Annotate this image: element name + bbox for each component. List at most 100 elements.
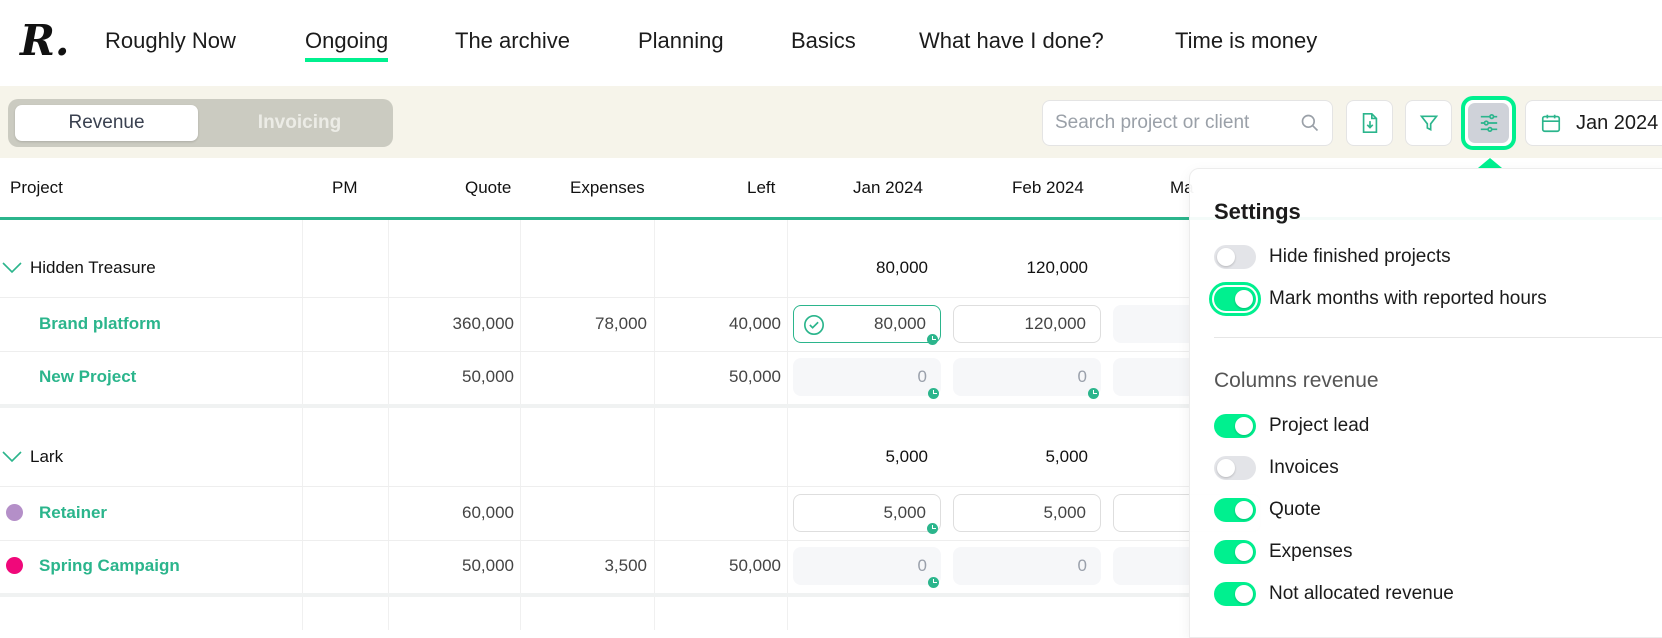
search-input[interactable] <box>1055 112 1300 134</box>
project-link[interactable]: Brand platform <box>39 314 161 334</box>
jan-revenue-input[interactable]: 0 <box>793 358 941 399</box>
nav-time-is-money[interactable]: Time is money <box>1175 28 1317 54</box>
jan-revenue-input[interactable]: 0 <box>793 547 941 588</box>
clock-icon <box>928 577 939 588</box>
input-value: 80,000 <box>874 314 926 333</box>
expenses-value: 78,000 <box>595 314 647 333</box>
quote-value: 50,000 <box>462 367 514 386</box>
toggle-label: Quote <box>1269 499 1321 520</box>
settings-divider <box>1214 337 1662 338</box>
nav-planning[interactable]: Planning <box>638 28 724 54</box>
col-pm[interactable]: PM <box>332 178 358 198</box>
toggle-not-allocated-revenue[interactable]: Not allocated revenue <box>1214 582 1454 606</box>
toggle-quote[interactable]: Quote <box>1214 498 1321 522</box>
toggle-label: Project lead <box>1269 415 1370 436</box>
filter-button[interactable] <box>1405 100 1452 146</box>
col-quote[interactable]: Quote <box>465 178 511 198</box>
toggle-label: Not allocated revenue <box>1269 583 1454 604</box>
group-jan-total: 5,000 <box>885 447 928 466</box>
toggle-switch[interactable] <box>1214 540 1256 564</box>
col-project[interactable]: Project <box>10 178 63 198</box>
left-value: 50,000 <box>729 367 781 386</box>
nav-the-archive[interactable]: The archive <box>455 28 570 54</box>
toggle-label: Expenses <box>1269 541 1353 562</box>
tab-revenue[interactable]: Revenue <box>15 105 198 141</box>
chevron-down-icon[interactable] <box>2 451 22 463</box>
left-value: 50,000 <box>729 556 781 575</box>
nav-roughly-now[interactable]: Roughly Now <box>105 28 236 54</box>
search-icon <box>1301 114 1319 132</box>
project-link[interactable]: Spring Campaign <box>39 556 180 576</box>
date-picker-button[interactable]: Jan 2024 <box>1525 100 1662 146</box>
input-value: 0 <box>917 367 927 386</box>
toggle-switch[interactable] <box>1214 245 1256 269</box>
toggle-label: Mark months with reported hours <box>1269 288 1547 309</box>
group-row[interactable]: Hidden Treasure <box>2 258 156 278</box>
toggle-mark-months[interactable]: Mark months with reported hours <box>1209 282 1547 316</box>
group-jan-total: 80,000 <box>876 258 928 277</box>
left-value: 40,000 <box>729 314 781 333</box>
export-button[interactable] <box>1346 100 1393 146</box>
popover-arrow <box>1478 158 1502 168</box>
jan-revenue-input[interactable]: 5,000 <box>793 494 941 534</box>
top-nav: R. Roughly Now Ongoing The archive Plann… <box>0 0 1662 86</box>
project-link[interactable]: New Project <box>39 367 136 387</box>
group-name: Hidden Treasure <box>30 258 156 277</box>
col-left[interactable]: Left <box>747 178 775 198</box>
settings-button[interactable] <box>1461 96 1516 150</box>
project-color-dot <box>6 504 23 521</box>
toggle-expenses[interactable]: Expenses <box>1214 540 1352 564</box>
logo[interactable]: R. <box>20 16 70 65</box>
sliders-icon <box>1480 114 1497 132</box>
clock-icon <box>928 388 939 399</box>
clock-icon <box>927 523 938 534</box>
clock-icon <box>1088 388 1099 399</box>
input-value: 5,000 <box>1043 503 1086 522</box>
calendar-icon <box>1541 114 1561 133</box>
toggle-switch[interactable] <box>1214 456 1256 480</box>
col-jan-2024[interactable]: Jan 2024 <box>853 178 923 198</box>
settings-title: Settings <box>1214 199 1301 224</box>
toggle-invoices[interactable]: Invoices <box>1214 456 1339 480</box>
toggle-label: Invoices <box>1269 457 1339 478</box>
feb-revenue-input[interactable]: 0 <box>953 547 1101 585</box>
input-value: 120,000 <box>1024 314 1086 333</box>
nav-what-have-i-done[interactable]: What have I done? <box>919 28 1104 54</box>
date-label: Jan 2024 <box>1576 111 1659 134</box>
quote-value: 50,000 <box>462 556 514 575</box>
input-value: 0 <box>1077 556 1087 575</box>
toggle-hide-finished[interactable]: Hide finished projects <box>1214 245 1451 269</box>
col-divider <box>787 220 788 630</box>
settings-popover: Settings Hide finished projects Mark mon… <box>1189 168 1662 638</box>
project-link[interactable]: Retainer <box>39 503 107 523</box>
tab-invoicing[interactable]: Invoicing <box>208 105 391 141</box>
toggle-label: Hide finished projects <box>1269 246 1451 267</box>
group-row[interactable]: Lark <box>2 447 63 467</box>
nav-ongoing[interactable]: Ongoing <box>305 28 389 62</box>
feb-revenue-input[interactable]: 5,000 <box>953 494 1101 532</box>
file-download-icon <box>1362 113 1377 133</box>
view-switch: Revenue Invoicing <box>8 99 393 147</box>
group-name: Lark <box>30 447 64 466</box>
chevron-down-icon[interactable] <box>2 262 22 274</box>
feb-revenue-input[interactable]: 120,000 <box>953 305 1101 343</box>
col-feb-2024[interactable]: Feb 2024 <box>1012 178 1084 198</box>
quote-value: 360,000 <box>452 314 514 333</box>
feb-revenue-input[interactable]: 0 <box>953 358 1101 399</box>
columns-title: Columns revenue <box>1214 369 1379 392</box>
check-circle-icon <box>804 315 824 335</box>
toggle-switch[interactable] <box>1214 582 1256 606</box>
toggle-project-lead[interactable]: Project lead <box>1214 414 1369 438</box>
toolbar: Revenue Invoicing Jan 2024 <box>0 86 1662 158</box>
toggle-switch[interactable] <box>1209 282 1261 316</box>
col-expenses[interactable]: Expenses <box>570 178 645 198</box>
group-feb-total: 120,000 <box>1026 258 1088 277</box>
nav-basics[interactable]: Basics <box>791 28 856 54</box>
jan-revenue-input[interactable]: 80,000 <box>793 305 941 345</box>
toggle-switch[interactable] <box>1214 498 1256 522</box>
search-box <box>1042 100 1333 146</box>
clock-icon <box>927 334 938 345</box>
group-feb-total: 5,000 <box>1045 447 1088 466</box>
col-divider <box>302 220 303 630</box>
toggle-switch[interactable] <box>1214 414 1256 438</box>
